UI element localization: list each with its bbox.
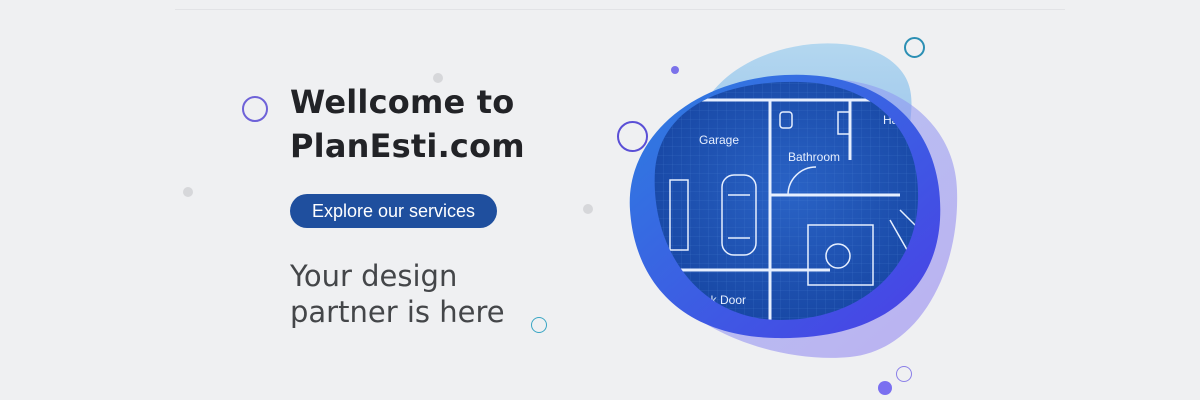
explore-services-button[interactable]: Explore our services: [290, 194, 497, 228]
tagline: Your design partner is here: [290, 258, 505, 330]
ring-decoration-icon: [242, 96, 268, 122]
bathroom-room-label: Bathroom: [788, 150, 840, 164]
tagline-line-2: partner is here: [290, 295, 505, 329]
title-line-2: PlanEsti.com: [290, 127, 525, 165]
dot-decoration-icon: [183, 187, 193, 197]
tagline-line-1: Your design: [290, 259, 458, 293]
explore-services-label: Explore our services: [311, 200, 476, 221]
title-line-1: Wellcome to: [290, 83, 515, 121]
blueprint-illustration: Garage Bathroom Back Door Ha: [629, 43, 958, 358]
garage-room-label: Garage: [699, 133, 739, 147]
ring-decoration-icon: [531, 317, 547, 333]
top-divider: [175, 9, 1065, 10]
page-title: Wellcome to PlanEsti.com: [290, 80, 525, 168]
dot-decoration-icon: [583, 204, 593, 214]
